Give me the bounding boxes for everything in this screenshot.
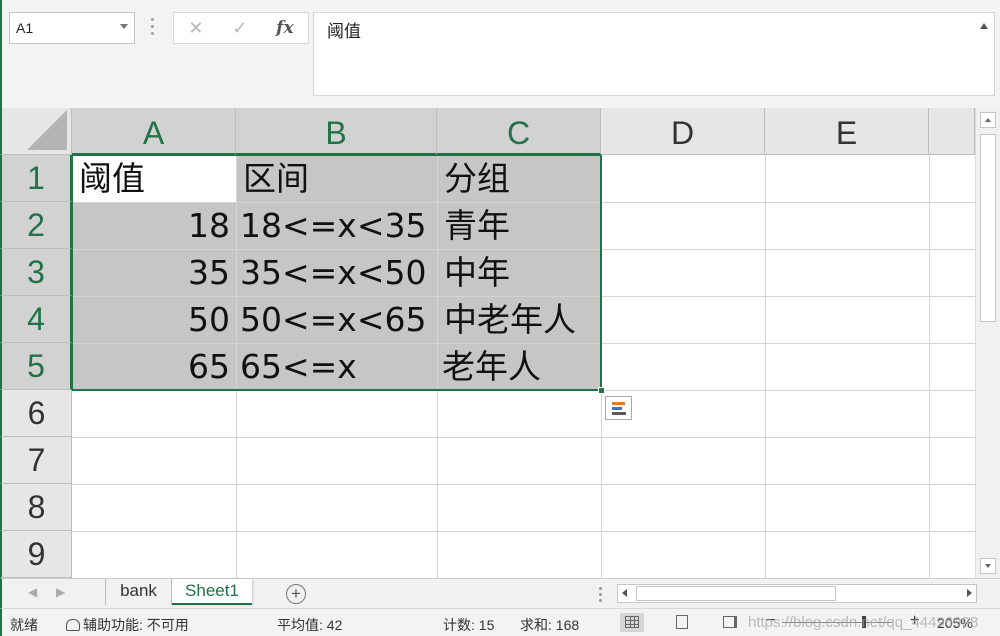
add-sheet-button[interactable]: + — [286, 584, 306, 604]
accessibility-label: 辅助功能: 不可用 — [83, 617, 189, 633]
column-header-b[interactable]: B — [236, 108, 437, 155]
horizontal-scrollbar[interactable] — [617, 584, 977, 603]
formula-bar-area: A1 ✕ ✓ fx 阈值 — [0, 0, 1000, 108]
row-header-4[interactable]: 4 — [0, 296, 72, 343]
column-header-f[interactable] — [929, 108, 975, 155]
enter-icon[interactable]: ✓ — [232, 18, 247, 39]
row-header-7[interactable]: 7 — [0, 437, 72, 484]
chevron-down-icon[interactable] — [120, 24, 128, 29]
resize-handle[interactable] — [151, 18, 155, 38]
scroll-down-button[interactable] — [980, 558, 996, 574]
column-header-d[interactable]: D — [601, 108, 765, 155]
row-header-5[interactable]: 5 — [0, 343, 72, 390]
select-all-button[interactable] — [0, 108, 72, 155]
name-box-value: A1 — [16, 20, 34, 36]
arrow-up-icon — [985, 118, 991, 122]
status-sum: 求和: 168 — [520, 617, 580, 633]
row-header-9[interactable]: 9 — [0, 531, 72, 578]
formula-buttons: ✕ ✓ fx — [173, 12, 309, 44]
vertical-scroll-thumb[interactable] — [980, 134, 996, 322]
column-header-c[interactable]: C — [437, 108, 601, 155]
vertical-scrollbar[interactable] — [975, 108, 1000, 578]
status-average: 平均值: 42 — [277, 617, 343, 633]
collapse-formula-bar-icon[interactable] — [980, 23, 988, 29]
tab-scroll-left-icon[interactable]: ◀ — [28, 585, 37, 599]
function-icon[interactable]: fx — [276, 18, 293, 38]
accessibility-status[interactable]: 辅助功能: 不可用 — [66, 615, 189, 635]
accessibility-icon — [66, 619, 80, 631]
sheet-tab-bar: ◀ ▶ bank Sheet1 + — [0, 578, 1000, 608]
horizontal-scroll-thumb[interactable] — [636, 586, 836, 601]
scroll-up-button[interactable] — [980, 112, 996, 128]
arrow-right-icon[interactable] — [967, 589, 972, 597]
row-header-2[interactable]: 2 — [0, 202, 72, 249]
sheet-tab-bank[interactable]: bank — [105, 579, 172, 605]
row-header-8[interactable]: 8 — [0, 484, 72, 531]
row-header-3[interactable]: 3 — [0, 249, 72, 296]
normal-view-icon — [625, 616, 639, 628]
status-count: 计数: 15 — [443, 617, 495, 633]
selection-border — [72, 155, 602, 391]
arrow-down-icon — [985, 564, 991, 568]
fill-handle[interactable] — [598, 387, 605, 394]
sheet-tab-sheet1[interactable]: Sheet1 — [172, 579, 252, 605]
formula-input[interactable]: 阈值 — [313, 12, 995, 96]
tab-scroll-right-icon[interactable]: ▶ — [56, 585, 65, 599]
page-layout-button[interactable] — [670, 613, 694, 632]
status-mode: 就绪 — [10, 617, 38, 633]
normal-view-button[interactable] — [620, 613, 644, 632]
tab-split-handle[interactable] — [599, 587, 602, 605]
quick-analysis-icon[interactable] — [605, 396, 632, 420]
page-break-button[interactable] — [718, 613, 742, 632]
page-layout-icon — [676, 615, 688, 629]
page-break-icon — [723, 616, 737, 628]
watermark: https://blog.csdn.net/qq_44496998 — [748, 614, 979, 631]
arrow-left-icon[interactable] — [622, 589, 627, 597]
row-header-6[interactable]: 6 — [0, 390, 72, 437]
row-header-1[interactable]: 1 — [0, 155, 72, 202]
cancel-icon[interactable]: ✕ — [188, 18, 203, 39]
name-box[interactable]: A1 — [9, 12, 135, 44]
cell-grid[interactable]: 阈值 区间 分组 18 18<=x<35 青年 35 35<=x<50 中年 5… — [72, 155, 975, 578]
formula-content: 阈值 — [327, 22, 361, 41]
column-header-a[interactable]: A — [72, 108, 236, 155]
column-header-e[interactable]: E — [765, 108, 929, 155]
status-bar: 就绪 辅助功能: 不可用 平均值: 42 计数: 15 求和: 168 − + … — [0, 608, 1000, 636]
